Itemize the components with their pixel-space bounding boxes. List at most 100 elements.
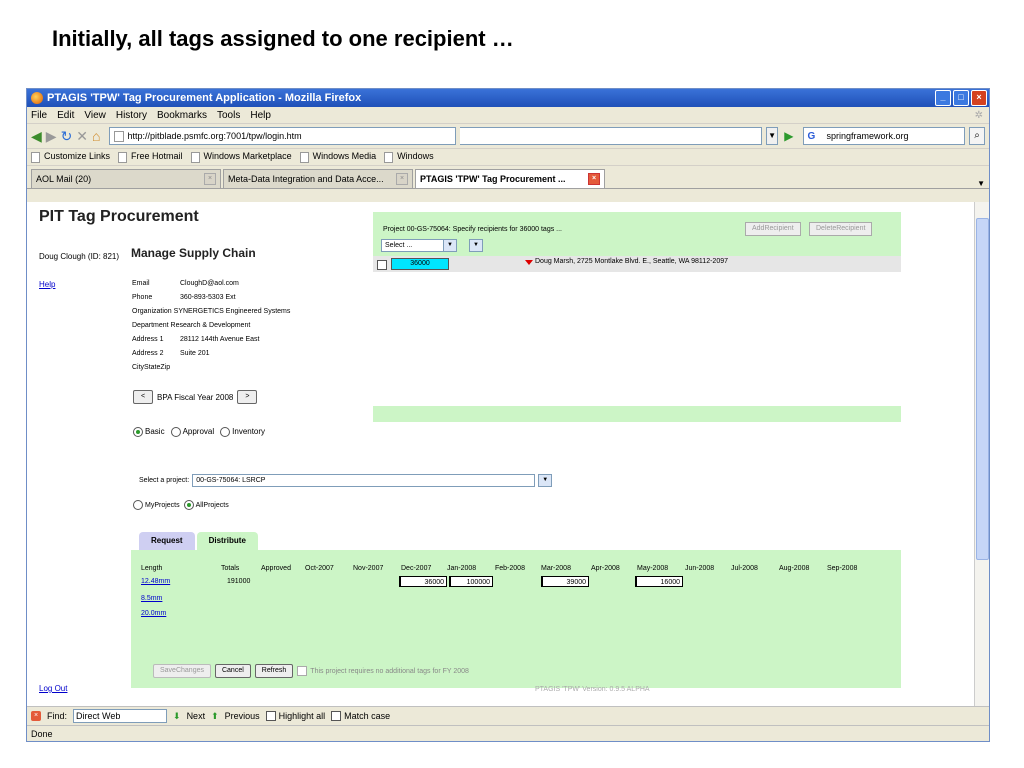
recipient-checkbox[interactable]: [377, 260, 387, 270]
filter-allprojects[interactable]: AllProjects: [183, 500, 229, 510]
project-selector: Select a project: 00-GS-75064: LSRCP ▼: [139, 474, 553, 487]
menu-bar: File Edit View History Bookmarks Tools H…: [27, 107, 989, 124]
project-select[interactable]: 00-GS-75064: LSRCP: [192, 474, 536, 487]
throbber-icon: ✲: [974, 109, 983, 121]
col-header: Aug-2008: [779, 565, 810, 572]
mode-approval[interactable]: Approval: [170, 427, 214, 437]
delete-recipient-button[interactable]: DeleteRecipient: [809, 222, 873, 236]
scrollbar-thumb[interactable]: [976, 218, 989, 560]
tab-request[interactable]: Request: [139, 532, 195, 550]
length-link[interactable]: 12.48mm: [141, 578, 170, 585]
find-input[interactable]: Direct Web: [73, 709, 168, 723]
add-recipient-button[interactable]: AddRecipient: [745, 222, 801, 236]
tab-meta-data[interactable]: Meta-Data Integration and Data Acce... ×: [223, 169, 413, 188]
chevron-down-icon[interactable]: ▼: [443, 239, 457, 252]
slide-title: Initially, all tags assigned to one reci…: [52, 26, 514, 51]
url-dropdown-icon[interactable]: ▼: [765, 127, 779, 145]
mode-inventory[interactable]: Inventory: [220, 427, 265, 437]
go-icon[interactable]: ▶: [784, 129, 793, 143]
col-header: Mar-2008: [541, 565, 571, 572]
user-info: Email CloughD@aol.com Phone 360-893-5303…: [132, 280, 291, 371]
menu-edit[interactable]: Edit: [57, 110, 74, 121]
window-title: PTAGIS 'TPW' Tag Procurement Application…: [47, 92, 362, 104]
tab-distribute[interactable]: Distribute: [196, 532, 258, 550]
project-filter-radios: MyProjects AllProjects: [133, 500, 229, 510]
reload-icon[interactable]: ↻: [61, 128, 73, 145]
tag-count-field[interactable]: 36000: [391, 258, 449, 270]
col-header: Oct-2007: [305, 565, 334, 572]
bookmark-windows-media[interactable]: Windows Media: [300, 151, 377, 162]
tab-ptagis[interactable]: PTAGIS 'TPW' Tag Procurement ... ×: [415, 169, 605, 188]
home-icon[interactable]: ⌂: [92, 128, 100, 144]
recipients-header: Project 00-GS-75064: Specify recipients …: [383, 226, 562, 233]
recipients-panel: Project 00-GS-75064: Specify recipients …: [373, 212, 901, 422]
length-link[interactable]: 8.5mm: [141, 595, 162, 602]
firefox-icon: [31, 92, 43, 104]
version-label: PTAGIS 'TPW' Version: 0.9.5 ALPHA: [535, 686, 650, 693]
find-next-button[interactable]: Next: [187, 711, 206, 721]
search-field[interactable]: springframework.org: [803, 127, 966, 145]
bookmark-free-hotmail[interactable]: Free Hotmail: [118, 151, 183, 162]
bookmarks-toolbar: Customize Links Free Hotmail Windows Mar…: [27, 149, 989, 166]
back-icon[interactable]: ◀: [31, 128, 42, 145]
dec-2007-cell[interactable]: 36000: [399, 576, 447, 587]
col-header: Dec-2007: [401, 565, 432, 572]
action-bar: SaveChanges Cancel Refresh This project …: [153, 664, 469, 678]
menu-file[interactable]: File: [31, 110, 47, 121]
maximize-button[interactable]: □: [953, 90, 969, 106]
fy-prev-button[interactable]: <: [133, 390, 153, 404]
minimize-button[interactable]: _: [935, 90, 951, 106]
vertical-scrollbar[interactable]: [974, 202, 989, 706]
close-button[interactable]: ×: [971, 90, 987, 106]
bookmark-customize-links[interactable]: Customize Links: [31, 151, 110, 162]
fy-next-button[interactable]: >: [237, 390, 258, 404]
logout-link[interactable]: Log Out: [39, 684, 67, 693]
note-checkbox[interactable]: [297, 666, 308, 676]
menu-tools[interactable]: Tools: [217, 110, 240, 121]
find-label: Find:: [47, 711, 68, 721]
menu-view[interactable]: View: [84, 110, 106, 121]
bookmark-windows-marketplace[interactable]: Windows Marketplace: [191, 151, 292, 162]
help-link[interactable]: Help: [39, 280, 55, 289]
mar-2008-cell[interactable]: 39000: [541, 576, 589, 587]
col-header: May-2008: [637, 565, 669, 572]
match-case-checkbox[interactable]: Match case: [331, 711, 390, 722]
close-tab-icon[interactable]: ×: [204, 173, 216, 185]
close-tab-icon[interactable]: ×: [396, 173, 408, 185]
select-dropdown[interactable]: Select ...: [381, 239, 444, 252]
col-header: Length: [141, 565, 163, 572]
cancel-button[interactable]: Cancel: [214, 664, 251, 678]
filter-myprojects[interactable]: MyProjects: [133, 500, 180, 510]
close-tab-icon[interactable]: ×: [588, 173, 600, 185]
stop-icon[interactable]: ✕: [76, 128, 88, 145]
section-title: Manage Supply Chain: [131, 246, 256, 260]
save-changes-button[interactable]: SaveChanges: [153, 664, 211, 678]
jan-2008-cell[interactable]: 100000: [449, 576, 493, 587]
chevron-down-icon[interactable]: ▼: [538, 474, 553, 487]
menu-history[interactable]: History: [116, 110, 147, 121]
refresh-button[interactable]: Refresh: [254, 664, 294, 678]
search-icon[interactable]: ⌕: [969, 127, 985, 145]
may-2008-cell[interactable]: 16000: [635, 576, 683, 587]
recipient-list: 36000 Doug Marsh, 2725 Montlake Blvd. E.…: [373, 256, 901, 406]
close-find-icon[interactable]: ×: [31, 711, 41, 721]
fiscal-year-selector: < BPA Fiscal Year 2008 >: [133, 390, 258, 404]
tab-list-icon[interactable]: ▼: [977, 179, 985, 188]
col-header: Sep-2008: [827, 565, 858, 572]
forward-icon[interactable]: ▶: [46, 128, 57, 145]
mode-basic[interactable]: Basic: [133, 427, 165, 437]
bookmark-windows[interactable]: Windows: [384, 151, 434, 162]
recipient-dropdown-icon[interactable]: [525, 260, 533, 265]
length-link[interactable]: 20.0mm: [141, 610, 166, 617]
url-field[interactable]: http://pitblade.psmfc.org:7001/tpw/login…: [108, 127, 456, 145]
highlight-all-button[interactable]: Highlight all: [265, 711, 325, 722]
menu-bookmarks[interactable]: Bookmarks: [157, 110, 207, 121]
page-content: PIT Tag Procurement Doug Clough (ID: 821…: [27, 202, 975, 706]
tab-aol-mail[interactable]: AOL Mail (20) ×: [31, 169, 221, 188]
menu-help[interactable]: Help: [250, 110, 271, 121]
find-previous-button[interactable]: Previous: [225, 711, 260, 721]
no-additional-tags-note: This project requires no additional tags…: [297, 666, 469, 676]
next-arrow-icon: ⬇: [173, 710, 181, 721]
user-label: Doug Clough (ID: 821): [39, 252, 120, 261]
chevron-down-icon[interactable]: ▼: [469, 239, 483, 252]
